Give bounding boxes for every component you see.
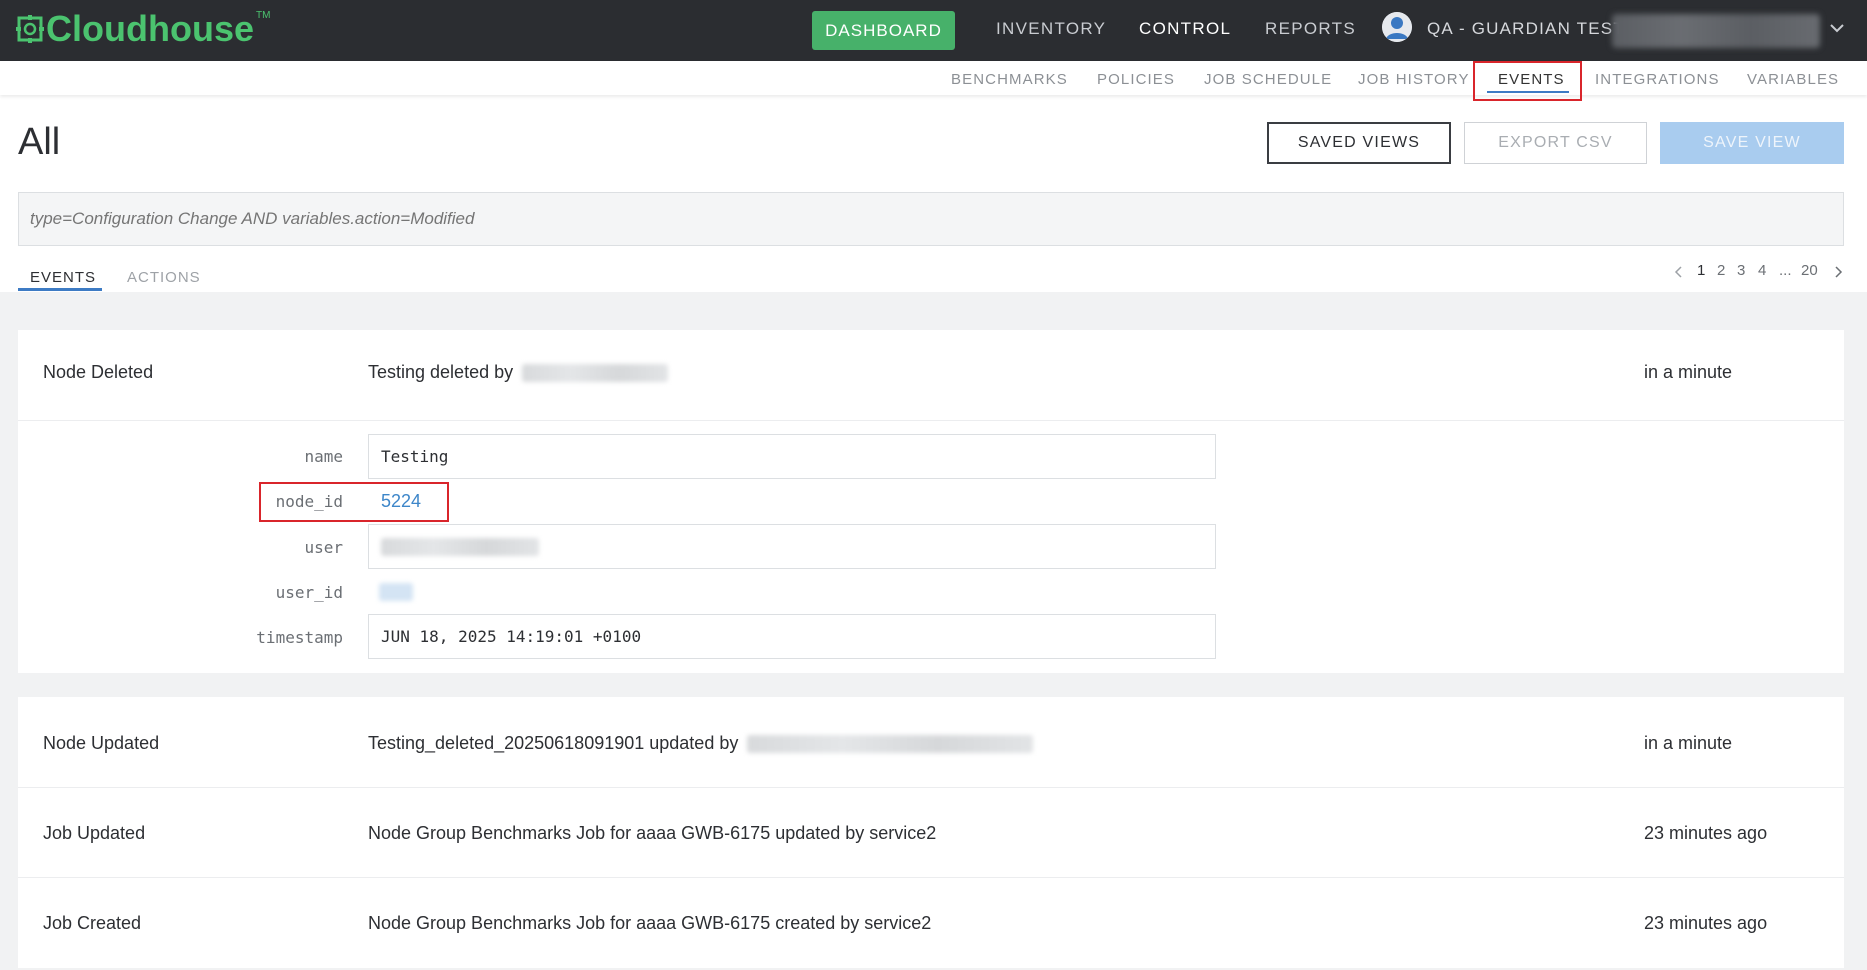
cloudhouse-logo[interactable]: Cloudhouse TM bbox=[16, 10, 270, 48]
event-description-text: Testing deleted by bbox=[368, 362, 514, 382]
page-1[interactable]: 1 bbox=[1697, 262, 1705, 279]
event-type: Node Updated bbox=[43, 733, 160, 753]
user-email-redacted bbox=[1612, 14, 1820, 48]
event-description: Node Group Benchmarks Job for aaaa GWB-6… bbox=[368, 913, 932, 933]
redacted-user-value bbox=[381, 537, 539, 556]
redacted-user bbox=[522, 364, 669, 383]
subnav-integrations[interactable]: INTEGRATIONS bbox=[1595, 71, 1720, 88]
subnav-job-history[interactable]: JOB HISTORY bbox=[1358, 71, 1470, 88]
gear-logo-icon bbox=[16, 15, 44, 43]
events-tab-highlight-box bbox=[1473, 61, 1582, 101]
page-4[interactable]: 4 bbox=[1758, 262, 1766, 279]
event-type: Job Created bbox=[43, 913, 142, 933]
page-2[interactable]: 2 bbox=[1717, 262, 1725, 279]
subnav-benchmarks[interactable]: BENCHMARKS bbox=[951, 71, 1068, 88]
user-account-name[interactable]: QA - GUARDIAN TEST bbox=[1427, 19, 1625, 39]
logo-text: Cloudhouse bbox=[46, 8, 254, 49]
event-description-text: Testing_deleted_20250618091901 updated b… bbox=[368, 733, 739, 753]
page-title: All bbox=[18, 121, 61, 163]
logo-trademark: TM bbox=[255, 9, 271, 21]
secondary-navigation: BENCHMARKS POLICIES JOB SCHEDULE JOB HIS… bbox=[0, 61, 1867, 95]
field-value-timestamp: JUN 18, 2025 14:19:01 +0100 bbox=[368, 614, 1216, 659]
field-label-user-id: user_id bbox=[275, 583, 343, 602]
user-avatar-icon[interactable] bbox=[1382, 12, 1412, 42]
export-csv-button[interactable]: EXPORT CSV bbox=[1464, 122, 1647, 164]
event-description: Testing deleted by bbox=[368, 362, 669, 383]
redacted-user bbox=[747, 735, 1034, 754]
field-value-name: Testing bbox=[368, 434, 1216, 479]
subnav-job-schedule[interactable]: JOB SCHEDULE bbox=[1204, 71, 1332, 88]
subnav-variables[interactable]: VARIABLES bbox=[1747, 71, 1839, 88]
chevron-down-icon[interactable] bbox=[1827, 18, 1847, 38]
event-time: 23 minutes ago bbox=[1644, 913, 1768, 933]
page-ellipsis: ... bbox=[1779, 262, 1792, 279]
event-description: Node Group Benchmarks Job for aaaa GWB-6… bbox=[368, 823, 937, 843]
event-description: Testing_deleted_20250618091901 updated b… bbox=[368, 733, 1034, 754]
field-label-timestamp: timestamp bbox=[256, 628, 343, 647]
dashboard-button[interactable]: DASHBOARD bbox=[812, 11, 955, 50]
nav-reports[interactable]: REPORTS bbox=[1265, 19, 1356, 39]
saved-views-button[interactable]: SAVED VIEWS bbox=[1267, 122, 1451, 164]
field-value-user bbox=[368, 524, 1216, 569]
node-id-highlight-box bbox=[259, 482, 449, 522]
event-time: in a minute bbox=[1644, 733, 1733, 753]
page-20[interactable]: 20 bbox=[1801, 262, 1818, 279]
field-label-user: user bbox=[304, 538, 343, 557]
chevron-right-icon[interactable] bbox=[1833, 265, 1843, 279]
event-filter-input[interactable] bbox=[18, 192, 1844, 246]
event-type: Node Deleted bbox=[43, 362, 154, 382]
event-time: 23 minutes ago bbox=[1644, 823, 1768, 843]
active-tab-indicator bbox=[18, 288, 102, 291]
chevron-left-icon[interactable] bbox=[1674, 265, 1684, 279]
top-navigation-bar: Cloudhouse TM DASHBOARD INVENTORY CONTRO… bbox=[0, 0, 1867, 61]
field-label-name: name bbox=[304, 447, 343, 466]
tab-actions[interactable]: ACTIONS bbox=[127, 269, 201, 286]
nav-control[interactable]: CONTROL bbox=[1139, 19, 1231, 39]
save-view-button[interactable]: SAVE VIEW bbox=[1660, 122, 1844, 164]
tab-events[interactable]: EVENTS bbox=[30, 269, 96, 286]
event-time: in a minute bbox=[1644, 362, 1733, 382]
subnav-policies[interactable]: POLICIES bbox=[1097, 71, 1175, 88]
row-divider bbox=[18, 420, 1844, 421]
redacted-user-id-link[interactable] bbox=[379, 583, 413, 601]
event-type: Job Updated bbox=[43, 823, 146, 843]
page-3[interactable]: 3 bbox=[1737, 262, 1745, 279]
nav-inventory[interactable]: INVENTORY bbox=[996, 19, 1106, 39]
